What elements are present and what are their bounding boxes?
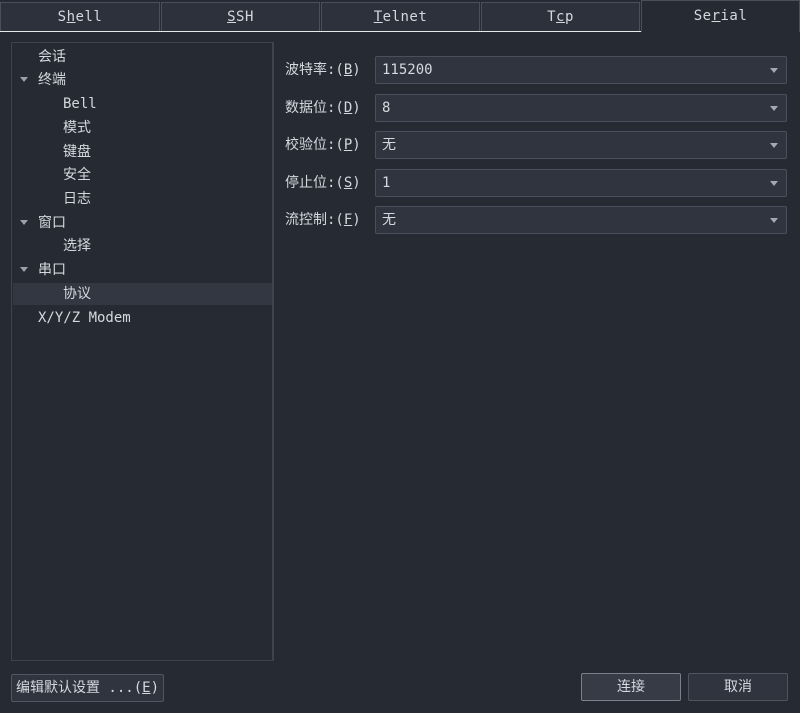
- data-bits-value: 8: [382, 100, 391, 116]
- stop-bits-value: 1: [382, 175, 391, 191]
- tree-item-protocol[interactable]: 协议: [13, 283, 272, 305]
- tree-item-terminal-label: 终端: [38, 72, 66, 88]
- parity-select[interactable]: 无: [375, 131, 787, 159]
- stop-bits-select[interactable]: 1: [375, 169, 787, 197]
- tree-item-serial-label: 串口: [38, 262, 66, 278]
- tree-item-log[interactable]: 日志: [13, 188, 272, 210]
- flow-control-value: 无: [382, 212, 396, 228]
- tree-item-terminal[interactable]: 终端: [13, 69, 272, 91]
- tab-telnet-label-post: elnet: [382, 9, 428, 25]
- stop-bits-label: 停止位:(S): [285, 175, 361, 191]
- tab-serial-label-post: ial: [720, 8, 748, 24]
- flow-control-select[interactable]: 无: [375, 206, 787, 234]
- tab-serial-mnemonic: r: [711, 8, 721, 24]
- baud-rate-label: 波特率:(B): [285, 62, 361, 78]
- tab-tcp-mnemonic: c: [556, 9, 565, 25]
- baud-rate-value: 115200: [382, 62, 433, 78]
- tab-tcp-label-post: p: [564, 9, 574, 25]
- tab-bar: Shell SSH Telnet Tcp Serial: [0, 0, 800, 33]
- tree-item-security[interactable]: 安全: [13, 164, 272, 186]
- tree-item-selection[interactable]: 选择: [13, 235, 272, 257]
- tab-shell-label-post: ell: [75, 9, 103, 25]
- flow-control-label: 流控制:(F): [285, 212, 361, 228]
- tree-item-session[interactable]: 会话: [13, 46, 272, 68]
- tab-telnet-mnemonic: T: [373, 9, 383, 25]
- parity-value: 无: [382, 137, 396, 153]
- tab-tcp[interactable]: Tcp: [481, 2, 640, 31]
- settings-tree: 会话 终端 Bell 模式 键盘 安全 日志 窗口 选择 串口 协议 X/Y/Z…: [11, 42, 273, 661]
- tab-shell[interactable]: Shell: [0, 2, 160, 31]
- tree-item-mode-label: 模式: [63, 120, 91, 136]
- baud-rate-select[interactable]: 115200: [375, 56, 787, 84]
- tab-serial-label-pre: Se: [693, 8, 712, 24]
- connect-button[interactable]: 连接: [581, 673, 681, 701]
- expand-arrow-icon[interactable]: [20, 220, 28, 225]
- cancel-button[interactable]: 取消: [688, 673, 788, 701]
- tree-item-mode[interactable]: 模式: [13, 117, 272, 139]
- chevron-down-icon[interactable]: [770, 106, 778, 111]
- tab-telnet[interactable]: Telnet: [321, 2, 480, 31]
- tab-bar-divider: [0, 31, 641, 32]
- panel-divider: [273, 42, 274, 661]
- expand-arrow-icon[interactable]: [20, 267, 28, 272]
- tab-shell-mnemonic: h: [66, 9, 76, 25]
- tab-tcp-label-pre: T: [547, 9, 557, 25]
- tab-ssh[interactable]: SSH: [161, 2, 320, 31]
- data-bits-select[interactable]: 8: [375, 94, 787, 122]
- chevron-down-icon[interactable]: [770, 143, 778, 148]
- tree-item-bell[interactable]: Bell: [13, 93, 272, 115]
- chevron-down-icon[interactable]: [770, 181, 778, 186]
- tree-item-bell-label: Bell: [63, 96, 97, 112]
- tree-item-selection-label: 选择: [63, 238, 91, 254]
- tree-item-modem-label: X/Y/Z Modem: [38, 310, 131, 326]
- chevron-down-icon[interactable]: [770, 68, 778, 73]
- tree-item-keyboard[interactable]: 键盘: [13, 141, 272, 163]
- tab-serial[interactable]: Serial: [641, 0, 800, 32]
- chevron-down-icon[interactable]: [770, 218, 778, 223]
- tree-item-log-label: 日志: [63, 191, 91, 207]
- tree-item-protocol-label: 协议: [63, 286, 91, 302]
- tab-shell-label-pre: S: [57, 9, 67, 25]
- tree-item-modem[interactable]: X/Y/Z Modem: [13, 307, 272, 329]
- tree-item-keyboard-label: 键盘: [63, 144, 91, 160]
- tree-item-security-label: 安全: [63, 167, 91, 183]
- tree-item-serial[interactable]: 串口: [13, 259, 272, 281]
- tab-ssh-label-post: SH: [236, 9, 254, 25]
- data-bits-label: 数据位:(D): [285, 100, 361, 116]
- tab-ssh-mnemonic: S: [227, 9, 237, 25]
- expand-arrow-icon[interactable]: [20, 77, 28, 82]
- tree-item-window-label: 窗口: [38, 215, 66, 231]
- tree-item-session-label: 会话: [38, 49, 66, 65]
- edit-default-settings-button[interactable]: 编辑默认设置 ...(E): [11, 674, 164, 702]
- parity-label: 校验位:(P): [285, 137, 361, 153]
- tree-item-window[interactable]: 窗口: [13, 212, 272, 234]
